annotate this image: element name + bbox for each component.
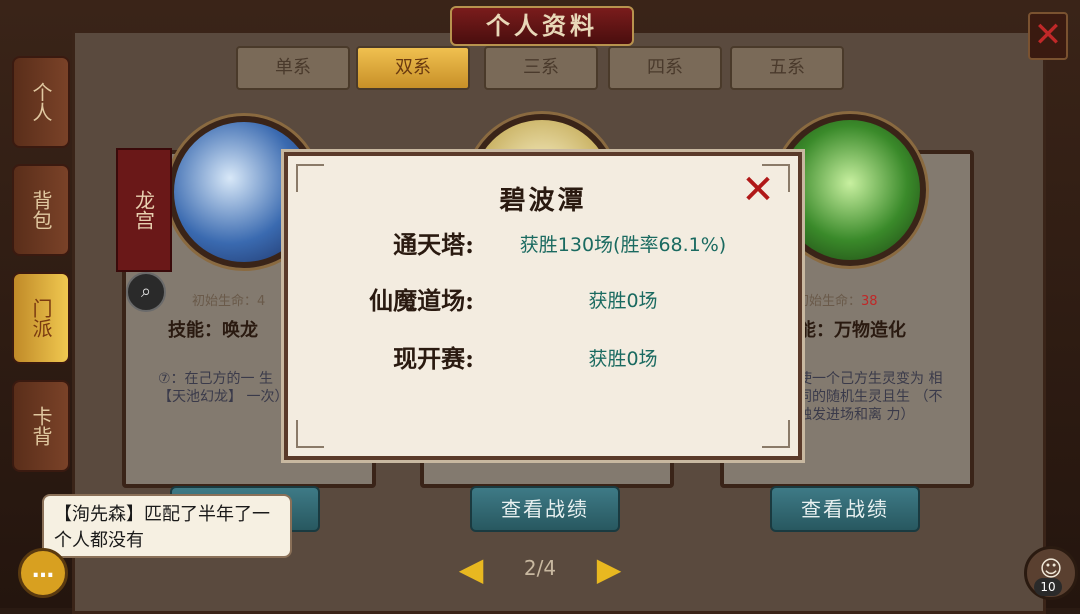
window-title: 个人资料 bbox=[450, 6, 634, 46]
skill-description: 使一个己方生灵变为 相同的随机生灵且生 （不触发进场和离 力） bbox=[798, 371, 943, 423]
corner-ornament bbox=[762, 420, 790, 448]
side-tab-personal[interactable]: 个人 bbox=[12, 56, 70, 148]
close-x-icon[interactable]: ✕ bbox=[738, 170, 778, 210]
corner-ornament bbox=[296, 420, 324, 448]
close-window-icon[interactable]: ✕ bbox=[1028, 12, 1068, 60]
tab-quad-element[interactable]: 四系 bbox=[608, 46, 722, 90]
sect-name-ribbon: 龙宫 bbox=[116, 148, 172, 272]
stat-value: 获胜0场 bbox=[588, 290, 658, 312]
friends-count-badge: 10 bbox=[1034, 578, 1062, 596]
stat-row: 现开赛: 获胜0场 bbox=[298, 336, 788, 382]
side-tab-bag[interactable]: 背包 bbox=[12, 164, 70, 256]
stat-label: 通天塔: bbox=[393, 230, 474, 259]
modal-title: 碧波潭 bbox=[499, 186, 587, 216]
skill-label: 能：万物造化 bbox=[798, 320, 906, 341]
tab-single-element[interactable]: 单系 bbox=[236, 46, 350, 90]
tab-triple-element[interactable]: 三系 bbox=[484, 46, 598, 90]
page-indicator: 2/4 bbox=[523, 556, 557, 580]
view-record-button-2[interactable]: 查看战绩 bbox=[470, 486, 620, 532]
view-record-button-3[interactable]: 查看战绩 bbox=[770, 486, 920, 532]
chat-bubble-icon[interactable]: … bbox=[18, 548, 68, 598]
skill-description: ⑦：在己方的一 生【天池幻龙】 一次） bbox=[158, 371, 289, 405]
tab-quint-element[interactable]: 五系 bbox=[730, 46, 844, 90]
arrow-right-icon[interactable]: ▶ bbox=[594, 552, 624, 586]
side-tab-cardback[interactable]: 卡背 bbox=[12, 380, 70, 472]
chat-message-bubble[interactable]: 【洵先森】匹配了半年了一个人都没有 bbox=[42, 494, 292, 558]
stat-label: 仙魔道场: bbox=[369, 286, 474, 315]
initial-life-label: 初始生命：38 bbox=[796, 294, 878, 309]
arrow-left-icon[interactable]: ◀ bbox=[456, 552, 486, 586]
stat-value: 获胜130场(胜率68.1%) bbox=[519, 234, 727, 256]
stats-modal: 碧波潭 ✕ 通天塔: 获胜130场(胜率68.1%) 仙魔道场: 获胜0场 现开… bbox=[284, 152, 802, 460]
initial-life-label: 初始生命：4 bbox=[192, 294, 266, 309]
stat-row: 仙魔道场: 获胜0场 bbox=[298, 278, 788, 324]
side-tab-sect[interactable]: 门派 bbox=[12, 272, 70, 364]
stat-value: 获胜0场 bbox=[588, 348, 658, 370]
skill-label: 技能：唤龙 bbox=[168, 320, 258, 341]
stat-row: 通天塔: 获胜130场(胜率68.1%) bbox=[298, 222, 788, 268]
tab-dual-element[interactable]: 双系 bbox=[356, 46, 470, 90]
stat-label: 现开赛: bbox=[393, 344, 474, 373]
search-icon[interactable]: ⌕ bbox=[126, 272, 166, 312]
